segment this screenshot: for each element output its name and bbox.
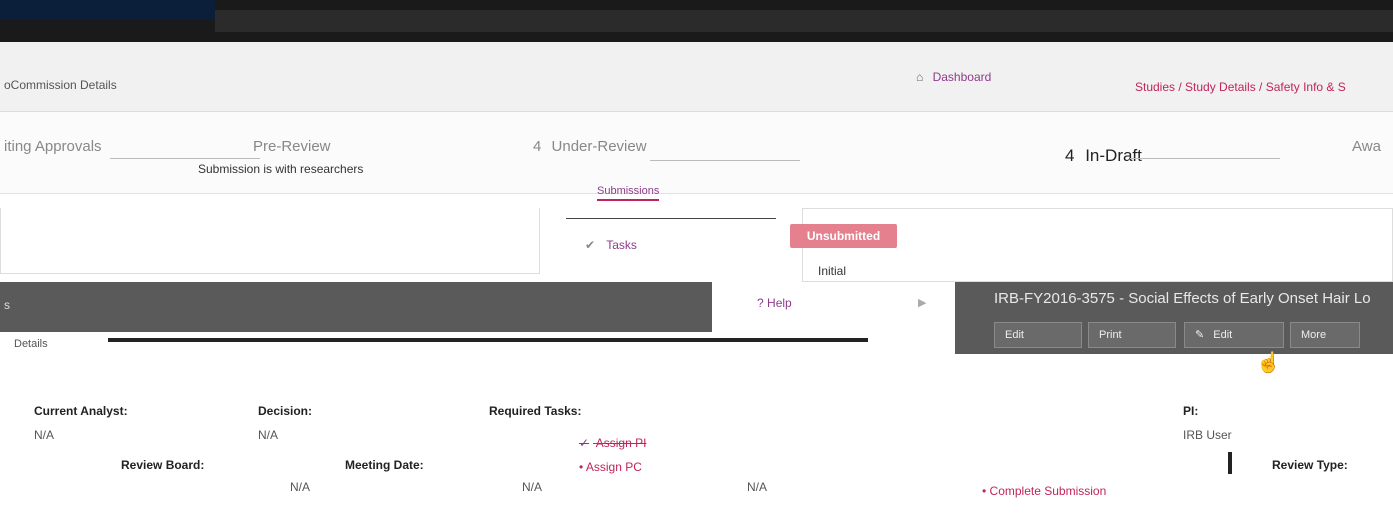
step-number: 4 — [533, 138, 542, 155]
breadcrumb-right[interactable]: Studies / Study Details / Safety Info & … — [1135, 80, 1346, 94]
meeting-date-label: Meeting Date: — [345, 458, 424, 472]
chevron-right-icon: ▶ — [918, 297, 927, 309]
check-icon: ✓ — [579, 436, 590, 450]
step-under-review: 4 Under-Review — [533, 138, 647, 155]
bullet-icon: • — [579, 460, 584, 474]
step-label: Pre-Review — [253, 138, 331, 155]
study-title: IRB-FY2016-3575 - Social Effects of Earl… — [994, 290, 1371, 307]
nav-divider — [566, 218, 776, 219]
current-analyst-value: N/A — [34, 428, 55, 442]
step-in-draft: 4 In-Draft — [1065, 146, 1142, 166]
study-bar-left: s — [0, 282, 712, 332]
task-label: Complete Submission — [989, 484, 1107, 498]
task-assign-pc[interactable]: • Assign PC — [579, 460, 642, 474]
step-awaiting: Awa — [1352, 138, 1381, 155]
help-link[interactable]: ? Help — [757, 296, 792, 310]
step-label: iting Approvals — [4, 138, 102, 155]
step-label: Awa — [1352, 138, 1381, 155]
details-tab[interactable]: Details — [14, 338, 48, 350]
workflow-arrow — [110, 158, 260, 159]
required-tasks-label: Required Tasks: — [489, 404, 582, 418]
left-panel — [0, 208, 540, 274]
dashboard-link[interactable]: ⌂ Dashboard — [916, 70, 991, 84]
workflow-arrow — [1130, 158, 1280, 159]
step-label: Under-Review — [551, 138, 647, 155]
meeting-date-value: N/A — [522, 480, 543, 494]
top-nav-strip — [215, 10, 1393, 32]
divider — [1228, 452, 1232, 474]
extra-value: N/A — [747, 480, 768, 494]
workflow-arrow — [650, 160, 800, 161]
edit-label: Edit — [1213, 329, 1233, 341]
step-note: Submission is with researchers — [198, 162, 364, 176]
more-button[interactable]: More — [1290, 322, 1360, 348]
submissions-link[interactable]: Submissions — [597, 185, 660, 201]
dashboard-label: Dashboard — [932, 70, 992, 84]
hand-cursor-icon: ☝ — [1256, 352, 1281, 374]
task-assign-pi[interactable]: ✓ Assign PI — [579, 436, 646, 450]
tasks-link[interactable]: ✔ Tasks — [585, 238, 637, 252]
pencil-icon: ✎ — [1195, 329, 1205, 341]
print-button[interactable]: Print — [1088, 322, 1176, 348]
review-type-label: Review Type: — [1272, 458, 1348, 472]
breadcrumb-bar: oCommission Details ⌂ Dashboard Studies … — [0, 42, 1393, 112]
top-header — [0, 0, 1393, 42]
study-action-button[interactable]: Edit — [994, 322, 1082, 348]
step-awaiting-approvals: iting Approvals — [4, 138, 102, 155]
details-section — [0, 380, 1393, 525]
review-board-value: N/A — [290, 480, 311, 494]
review-board-label: Review Board: — [121, 458, 205, 472]
step-number: 4 — [1065, 146, 1075, 165]
tab-rule — [108, 338, 868, 342]
task-complete-submission[interactable]: • Complete Submission — [982, 484, 1106, 498]
workflow-steps: iting Approvals Pre-Review 4 Under-Revie… — [0, 112, 1393, 194]
check-icon: ✔ — [585, 238, 596, 252]
help-icon: ? — [757, 296, 764, 310]
task-label: Assign PI — [595, 436, 647, 450]
help-label: Help — [767, 296, 792, 310]
tasks-label: Tasks — [606, 238, 637, 252]
submission-type: Initial — [818, 264, 847, 278]
breadcrumb-left[interactable]: oCommission Details — [4, 78, 117, 92]
task-label: Assign PC — [585, 460, 642, 474]
edit-button[interactable]: ✎ Edit — [1184, 322, 1284, 348]
status-badge: Unsubmitted — [790, 224, 897, 248]
study-bar-label: s — [4, 298, 10, 312]
pi-label: PI: — [1183, 404, 1199, 418]
details-tab-bar: Details — [0, 332, 890, 374]
step-pre-review: Pre-Review — [253, 138, 331, 155]
decision-value: N/A — [258, 428, 279, 442]
brand-logo[interactable] — [0, 0, 215, 20]
pi-value[interactable]: IRB User — [1183, 428, 1232, 442]
decision-label: Decision: — [258, 404, 313, 418]
current-analyst-label: Current Analyst: — [34, 404, 128, 418]
step-label: In-Draft — [1085, 146, 1142, 165]
bullet-icon: • — [982, 484, 987, 498]
home-icon: ⌂ — [916, 70, 924, 84]
